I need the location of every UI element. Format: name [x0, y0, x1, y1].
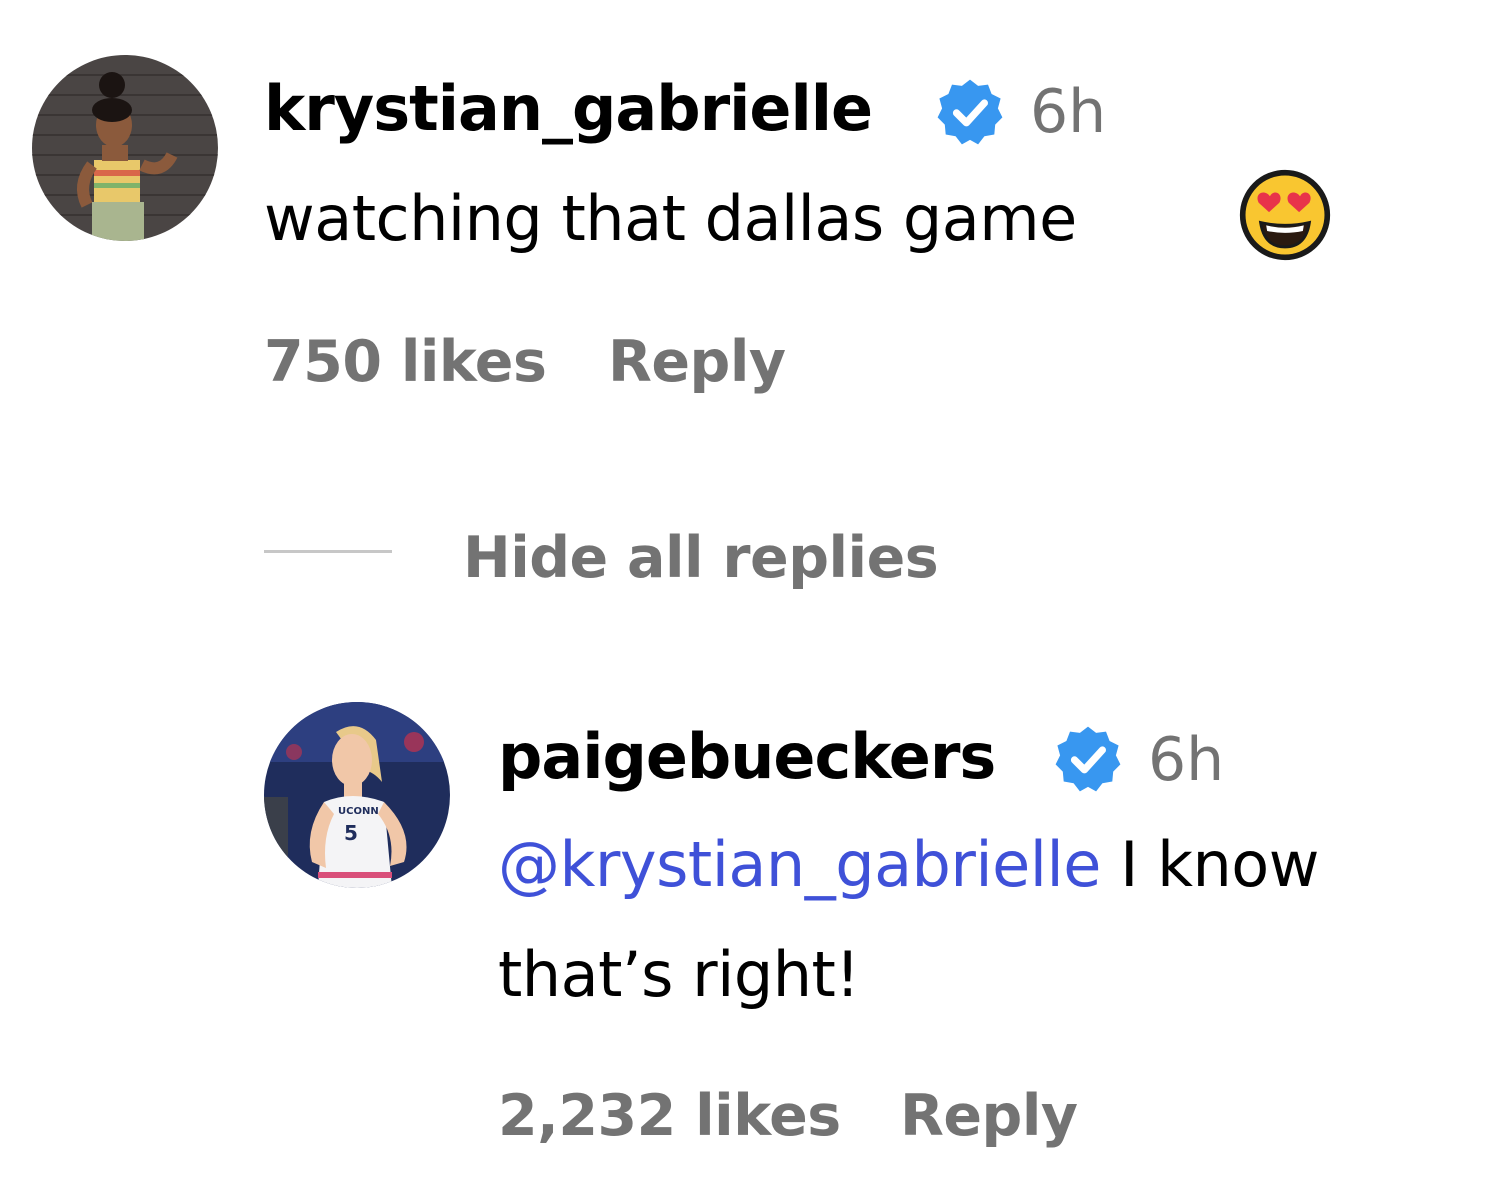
- reply-reply-button[interactable]: Reply: [900, 1088, 1078, 1145]
- verified-badge-icon: [937, 79, 1003, 145]
- reply-text: I know: [1100, 828, 1319, 901]
- comment-timestamp: 6h: [1030, 77, 1107, 147]
- replies-divider-line: [264, 550, 392, 553]
- svg-text:UCONN: UCONN: [338, 806, 379, 817]
- comment-likes-count[interactable]: 750 likes: [264, 334, 547, 391]
- verified-badge-icon: [1055, 726, 1121, 792]
- avatar-paigebueckers[interactable]: UCONN 5: [264, 702, 450, 888]
- comment-text: watching that dallas game: [264, 182, 1077, 255]
- heart-eyes-emoji-icon: [1239, 169, 1331, 261]
- svg-text:5: 5: [344, 821, 358, 845]
- comment-reply-button[interactable]: Reply: [608, 334, 786, 391]
- reply-text-line-1: @krystian_gabrielle I know: [498, 834, 1319, 896]
- hide-all-replies-button[interactable]: Hide all replies: [463, 530, 939, 587]
- reply-likes-count[interactable]: 2,232 likes: [498, 1088, 841, 1145]
- reply-username[interactable]: paigebueckers: [498, 726, 996, 788]
- mention-link[interactable]: @krystian_gabrielle: [498, 828, 1101, 901]
- reply-text-line-2: that’s right!: [498, 938, 860, 1011]
- comment-username[interactable]: krystian_gabrielle: [264, 78, 873, 140]
- avatar-krystian[interactable]: [32, 55, 218, 241]
- reply-timestamp: 6h: [1148, 725, 1225, 795]
